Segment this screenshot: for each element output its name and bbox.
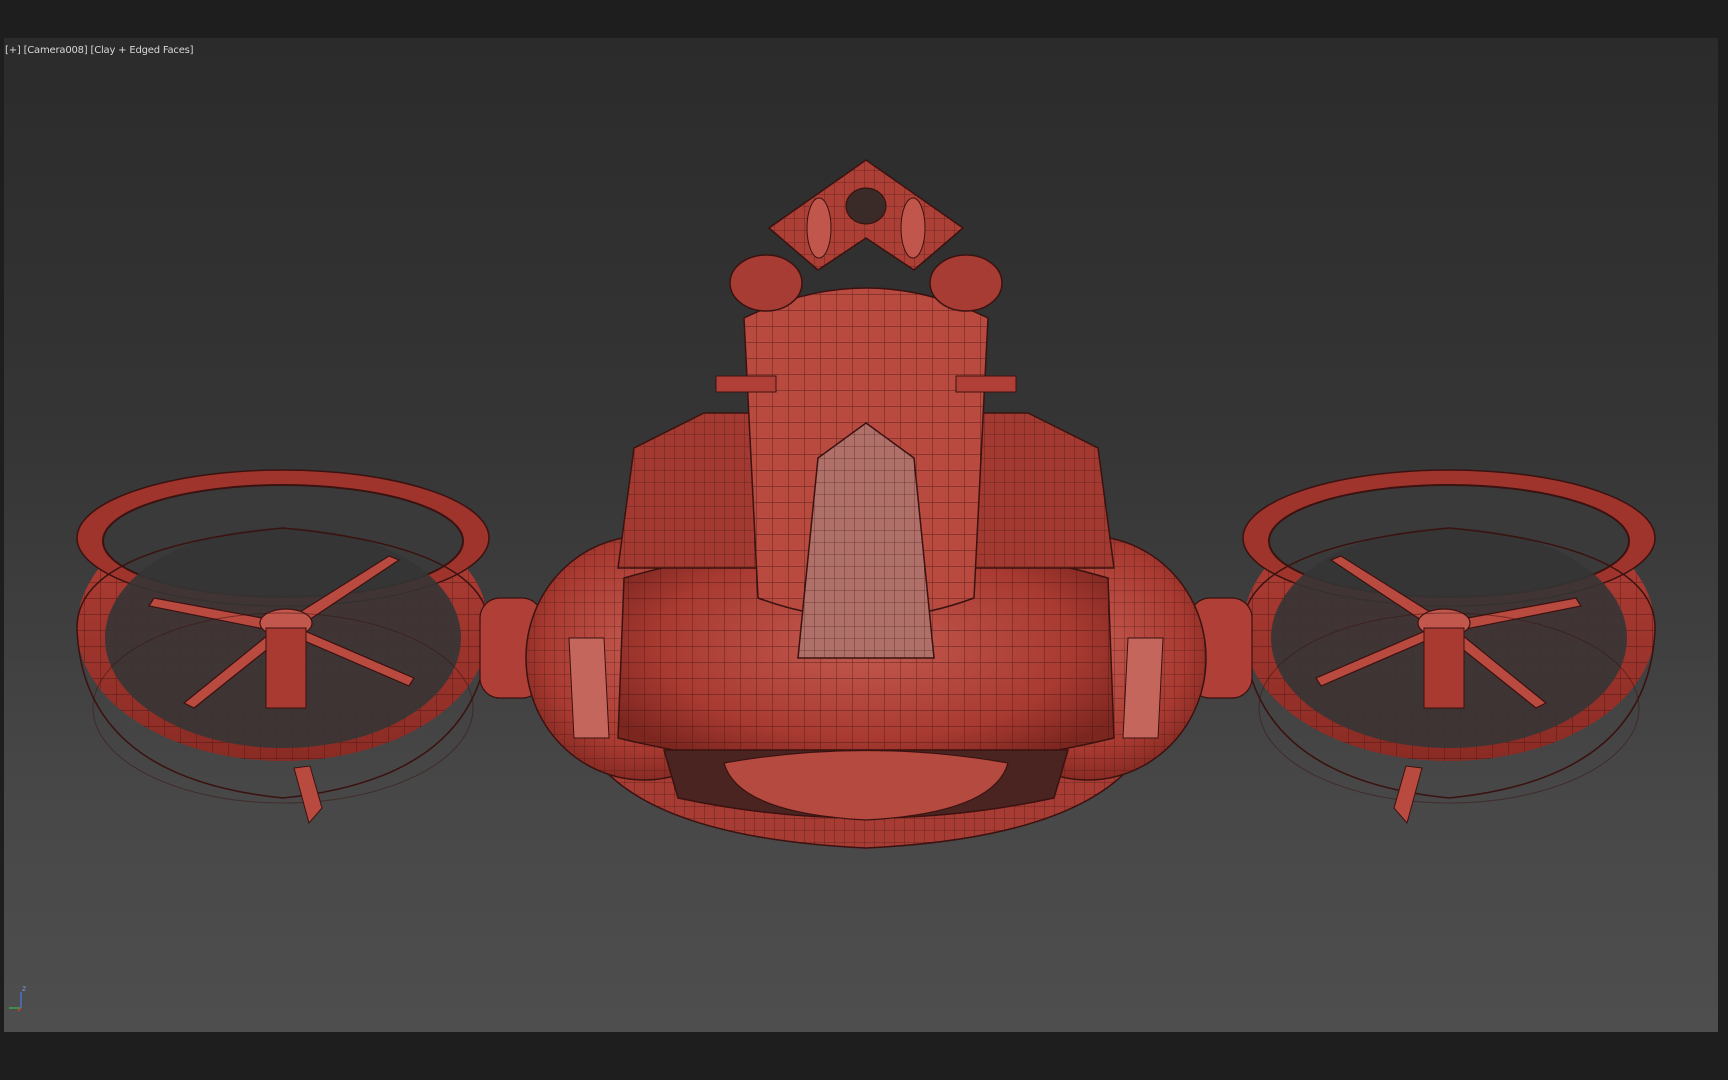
clay-model-render bbox=[76, 159, 1656, 849]
axis-tripod-icon: z bbox=[6, 984, 36, 1014]
max-application: [+] [Camera008] [Clay + Edged Faces] z bbox=[0, 0, 1728, 1080]
perspective-viewport[interactable]: [+] [Camera008] [Clay + Edged Faces] z bbox=[4, 38, 1718, 1032]
axis-z-label: z bbox=[22, 984, 27, 993]
left-rotor-duct bbox=[76, 469, 490, 825]
right-rotor-duct bbox=[1242, 469, 1656, 825]
